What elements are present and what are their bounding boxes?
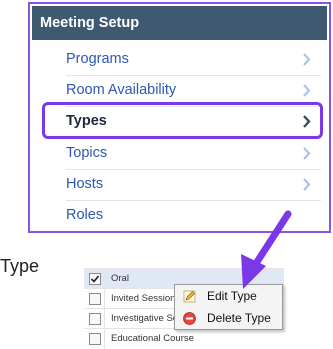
menu-item-hosts[interactable]: Hosts (38, 169, 321, 200)
chevron-right-icon (303, 178, 311, 191)
list-item-label: Invited Session (111, 293, 176, 304)
context-menu-label: Edit Type (207, 289, 257, 303)
context-menu-item-edit-type[interactable]: Edit Type (175, 285, 282, 307)
meeting-setup-panel: Meeting Setup Programs Room Availability… (28, 2, 331, 233)
menu-item-label: Hosts (66, 176, 104, 192)
menu-item-label: Roles (66, 207, 104, 223)
delete-icon (183, 312, 196, 325)
list-item-label: Educational Course (111, 333, 194, 344)
checkbox[interactable] (89, 273, 101, 285)
list-item-label: Oral (111, 273, 129, 284)
chevron-right-icon (303, 147, 311, 160)
column-divider (104, 329, 105, 349)
check-icon (90, 275, 100, 283)
checkbox[interactable] (89, 333, 101, 345)
menu-item-label: Programs (66, 51, 129, 67)
menu-item-label: Room Availability (66, 82, 177, 98)
list-item[interactable]: Educational Course (84, 328, 284, 349)
context-menu-label: Delete Type (207, 311, 271, 325)
menu-item-topics[interactable]: Topics (38, 138, 321, 169)
checkbox[interactable] (89, 293, 101, 305)
pencil-icon (183, 290, 196, 303)
chevron-right-icon (303, 53, 311, 66)
context-menu: Edit Type Delete Type (174, 284, 283, 330)
caption-text: Type (0, 256, 40, 276)
selection-highlight (42, 102, 323, 139)
column-divider (104, 309, 105, 329)
column-divider (104, 289, 105, 309)
menu-item-label: Topics (66, 145, 108, 161)
column-divider (104, 269, 105, 289)
context-menu-item-delete-type[interactable]: Delete Type (175, 307, 282, 329)
panel-header: Meeting Setup (32, 6, 327, 40)
checkbox[interactable] (89, 313, 101, 325)
menu-item-programs[interactable]: Programs (38, 44, 321, 75)
menu-item-roles[interactable]: Roles (38, 200, 321, 231)
